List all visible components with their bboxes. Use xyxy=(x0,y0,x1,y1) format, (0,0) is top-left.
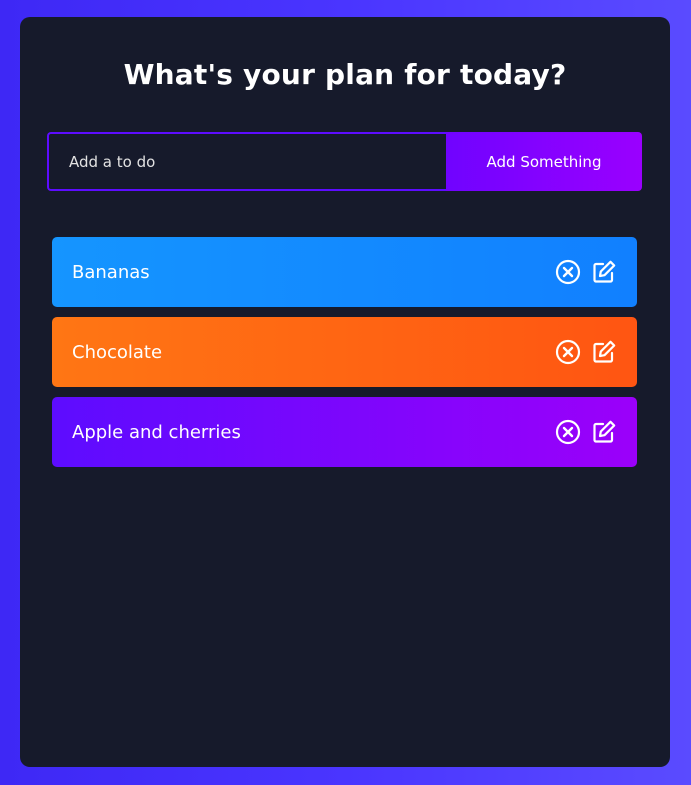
edit-icon[interactable] xyxy=(591,419,617,445)
todo-app: What's your plan for today? Add Somethin… xyxy=(20,17,670,767)
todo-list: Bananas Chocolate Apple and cherries xyxy=(52,237,637,477)
todo-item: Bananas xyxy=(52,237,637,307)
remove-circle-icon[interactable] xyxy=(555,419,581,445)
edit-icon[interactable] xyxy=(591,339,617,365)
remove-circle-icon[interactable] xyxy=(555,259,581,285)
todo-input[interactable] xyxy=(47,132,446,191)
edit-icon[interactable] xyxy=(591,259,617,285)
todo-item-actions xyxy=(555,419,617,445)
page-title: What's your plan for today? xyxy=(123,58,567,91)
todo-form: Add Something xyxy=(47,132,642,191)
todo-item: Chocolate xyxy=(52,317,637,387)
todo-item-actions xyxy=(555,339,617,365)
todo-item-actions xyxy=(555,259,617,285)
remove-circle-icon[interactable] xyxy=(555,339,581,365)
todo-item-text[interactable]: Bananas xyxy=(72,262,150,283)
add-todo-button[interactable]: Add Something xyxy=(446,132,642,191)
todo-item: Apple and cherries xyxy=(52,397,637,467)
todo-item-text[interactable]: Apple and cherries xyxy=(72,422,241,443)
todo-item-text[interactable]: Chocolate xyxy=(72,342,162,363)
